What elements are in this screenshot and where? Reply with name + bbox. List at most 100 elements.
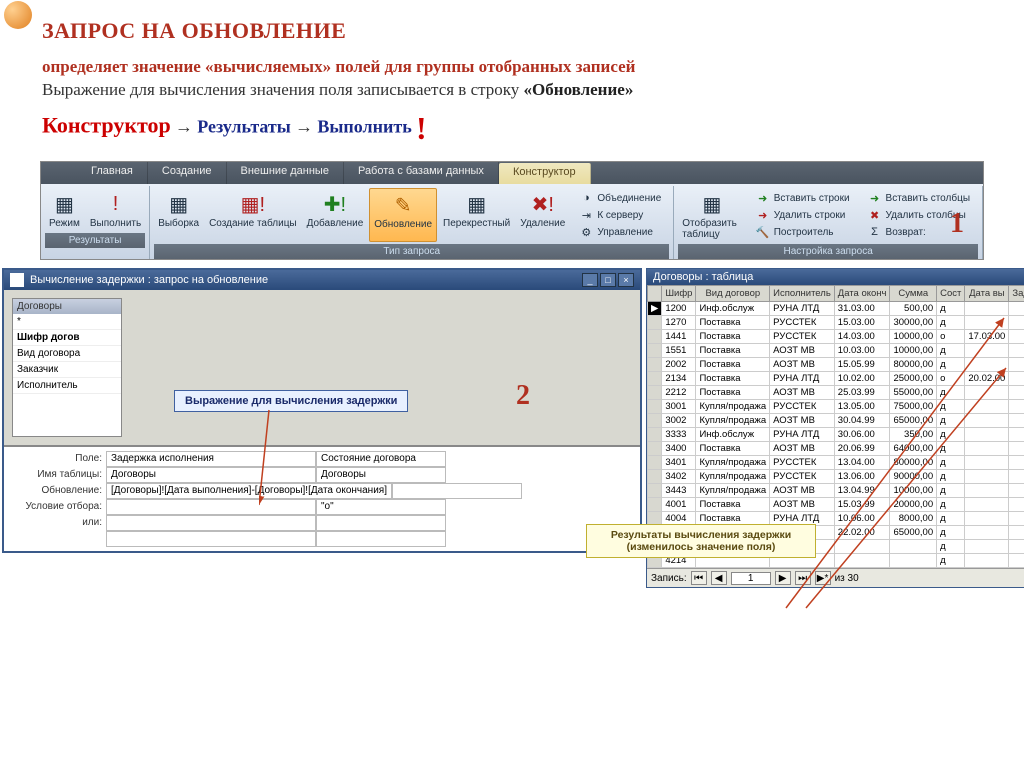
row-selector[interactable]	[648, 358, 662, 372]
table-cell[interactable]: 14.03.00	[834, 330, 890, 344]
table-cell[interactable]: Поставка	[696, 386, 770, 400]
datadef-button[interactable]: ⚙Управление	[575, 224, 665, 240]
table-cell[interactable]: 25000,00	[890, 372, 937, 386]
column-header[interactable]: Исполнитель	[770, 286, 835, 302]
table-cell[interactable]: 3	[1009, 330, 1024, 344]
table-cell[interactable]	[1009, 456, 1024, 470]
showtable-button[interactable]: ▦Отобразить таблицу	[678, 188, 745, 242]
table-cell[interactable]: Инф.обслуж	[696, 428, 770, 442]
table-cell[interactable]: 15.05.99	[834, 358, 890, 372]
grid-cell[interactable]: Задержка исполнения	[106, 451, 316, 467]
column-header[interactable]: Сумма	[890, 286, 937, 302]
window-titlebar[interactable]: Вычисление задержки : запрос на обновлен…	[4, 270, 640, 290]
table-cell[interactable]: 2212	[662, 386, 696, 400]
column-header[interactable]: Сост	[937, 286, 965, 302]
run-button[interactable]: !Выполнить	[86, 188, 145, 231]
table-cell[interactable]: д	[937, 484, 965, 498]
table-cell[interactable]: 25.03.99	[834, 386, 890, 400]
table-cell[interactable]: РУССТЕК	[770, 470, 835, 484]
table-cell[interactable]: д	[937, 470, 965, 484]
table-cell[interactable]: РУССТЕК	[770, 316, 835, 330]
table-cell[interactable]: РУНА ЛТД	[770, 428, 835, 442]
table-cell[interactable]: 13.04.99	[834, 484, 890, 498]
table-cell[interactable]	[965, 442, 1009, 456]
table-cell[interactable]: АОЗТ МВ	[770, 414, 835, 428]
table-cell[interactable]: Купля/продажа	[696, 400, 770, 414]
table-cell[interactable]: 10.06.00	[834, 512, 890, 526]
table-row[interactable]: 3001Купля/продажаРУССТЕК13.05.0075000,00…	[648, 400, 1024, 414]
table-fieldlist[interactable]: Договоры * Шифр догов Вид договора Заказ…	[12, 298, 122, 437]
table-cell[interactable]: 10.03.00	[834, 344, 890, 358]
table-cell[interactable]: 8000,00	[890, 512, 937, 526]
table-cell[interactable]: Поставка	[696, 316, 770, 330]
table-cell[interactable]: о	[937, 330, 965, 344]
table-cell[interactable]: 15.03.99	[834, 498, 890, 512]
table-cell[interactable]	[965, 498, 1009, 512]
update-button[interactable]: ✎Обновление	[369, 188, 437, 242]
grid-cell[interactable]	[392, 483, 522, 499]
table-cell[interactable]: 13.04.00	[834, 456, 890, 470]
table-cell[interactable]	[1009, 540, 1024, 554]
append-button[interactable]: ✚!Добавление	[303, 188, 368, 242]
table-cell[interactable]: 2002	[662, 358, 696, 372]
union-button[interactable]: ◑Объединение	[575, 190, 665, 206]
table-cell[interactable]: 10.02.00	[834, 372, 890, 386]
table-cell[interactable]: 500,00	[890, 302, 937, 316]
table-cell[interactable]: 3402	[662, 470, 696, 484]
table-cell[interactable]: 17.03.00	[965, 330, 1009, 344]
table-cell[interactable]: 3002	[662, 414, 696, 428]
insertcols-button[interactable]: ➜Вставить столбцы	[864, 190, 974, 206]
table-cell[interactable]	[965, 456, 1009, 470]
row-selector[interactable]	[648, 498, 662, 512]
table-row[interactable]: 4001ПоставкаАОЗТ МВ15.03.9920000,00д	[648, 498, 1024, 512]
row-selector[interactable]	[648, 484, 662, 498]
row-selector[interactable]	[648, 316, 662, 330]
table-cell[interactable]: Купля/продажа	[696, 484, 770, 498]
table-row[interactable]: 2212ПоставкаАОЗТ МВ25.03.9955000,00д	[648, 386, 1024, 400]
table-cell[interactable]: АОЗТ МВ	[770, 386, 835, 400]
table-cell[interactable]	[965, 470, 1009, 484]
table-cell[interactable]: 1270	[662, 316, 696, 330]
grid-cell[interactable]	[106, 531, 316, 547]
table-cell[interactable]	[965, 302, 1009, 316]
grid-cell[interactable]	[316, 531, 446, 547]
table-cell[interactable]: 13.05.00	[834, 400, 890, 414]
table-cell[interactable]: д	[937, 414, 965, 428]
delete-button[interactable]: ✖!Удаление	[516, 188, 569, 242]
tab-design[interactable]: Конструктор	[499, 163, 591, 184]
grid-cell[interactable]: Договоры	[106, 467, 316, 483]
table-cell[interactable]	[965, 316, 1009, 330]
office-orb-icon[interactable]	[4, 1, 32, 29]
table-cell[interactable]: 20.02.00	[965, 372, 1009, 386]
table-row[interactable]: 3401Купля/продажаРУССТЕК13.04.0080000,00…	[648, 456, 1024, 470]
table-cell[interactable]	[1009, 316, 1024, 330]
tab-home[interactable]: Главная	[77, 162, 148, 184]
table-cell[interactable]: 4001	[662, 498, 696, 512]
grid-cell[interactable]	[106, 499, 316, 515]
nav-record-input[interactable]	[731, 572, 771, 585]
table-cell[interactable]: РУССТЕК	[770, 456, 835, 470]
table-cell[interactable]	[1009, 344, 1024, 358]
table-cell[interactable]: 3443	[662, 484, 696, 498]
table-cell[interactable]: 3400	[662, 442, 696, 456]
table-cell[interactable]: 22.02.00	[834, 526, 890, 540]
table-cell[interactable]: 3001	[662, 400, 696, 414]
table-cell[interactable]: 20.06.99	[834, 442, 890, 456]
row-selector[interactable]: ▶	[648, 302, 662, 316]
table-cell[interactable]: Купля/продажа	[696, 414, 770, 428]
table-cell[interactable]	[834, 554, 890, 568]
close-button[interactable]: ×	[618, 273, 634, 287]
field-item[interactable]: Шифр догов	[13, 330, 121, 346]
table-cell[interactable]: д	[937, 456, 965, 470]
nav-prev-button[interactable]: ◀	[711, 571, 727, 585]
field-item[interactable]: Вид договора	[13, 346, 121, 362]
table-cell[interactable]	[1009, 400, 1024, 414]
table-cell[interactable]: 3401	[662, 456, 696, 470]
table-cell[interactable]: д	[937, 302, 965, 316]
table-cell[interactable]: д	[937, 540, 965, 554]
table-cell[interactable]: РУССТЕК	[770, 330, 835, 344]
tab-external[interactable]: Внешние данные	[227, 162, 344, 184]
table-cell[interactable]	[965, 344, 1009, 358]
nav-new-button[interactable]: ▶*	[815, 571, 831, 585]
table-cell[interactable]: д	[937, 526, 965, 540]
